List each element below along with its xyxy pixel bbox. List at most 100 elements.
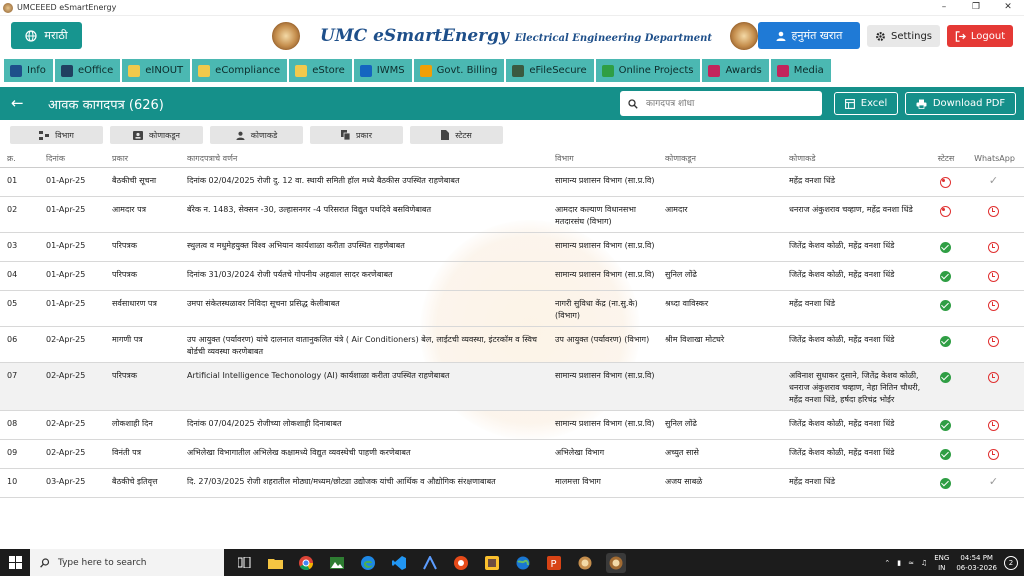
powerpoint-icon[interactable]: P — [544, 553, 564, 573]
module-efilesecure[interactable]: eFileSecure — [506, 59, 594, 82]
table-row[interactable]: 07 02-Apr-25 परिपत्रक Artificial Intelligen… — [0, 362, 1024, 411]
module-media[interactable]: Media — [770, 59, 831, 82]
cell-department: सामान्य प्रशासन विभाग (सा.प्र.वि) — [553, 167, 663, 197]
whatsapp-pending-clock-icon[interactable] — [988, 205, 999, 217]
module-online-projects[interactable]: Online Projects — [595, 59, 701, 82]
globe-app-icon[interactable] — [513, 553, 533, 573]
table-row[interactable]: 06 02-Apr-25 मागणी पत्र उप आयुक्त (पर्यावरण… — [0, 326, 1024, 363]
taskbar-apps: P — [234, 552, 626, 573]
chrome-icon[interactable] — [296, 553, 316, 573]
header-from[interactable]: कोणाकडून — [663, 150, 787, 168]
file-secure-icon — [512, 64, 525, 77]
whatsapp-sent-icon[interactable]: ✓ — [989, 475, 998, 488]
module-iwms[interactable]: IWMS — [353, 59, 412, 82]
excel-button[interactable]: Excel — [834, 92, 898, 115]
whatsapp-pending-clock-icon[interactable] — [988, 299, 999, 311]
module-eoffice[interactable]: eOffice — [54, 59, 121, 82]
start-button[interactable] — [0, 549, 30, 576]
close-button[interactable]: ✕ — [992, 0, 1024, 16]
image-viewer-icon[interactable] — [327, 553, 347, 573]
cell-to: महेंद्र वनशा धिंडे — [787, 167, 927, 197]
header-to[interactable]: कोणाकडे — [787, 150, 927, 168]
whatsapp-pending-clock-icon[interactable] — [988, 371, 999, 383]
filter-from[interactable]: कोणाकडून — [110, 126, 203, 144]
status-done-icon[interactable] — [939, 299, 951, 311]
status-pending-icon[interactable] — [939, 205, 951, 217]
info-icon — [10, 64, 22, 77]
table-row[interactable]: 04 01-Apr-25 परिपत्रक दिनांक 31/03/2024 रोज… — [0, 261, 1024, 291]
status-pending-icon[interactable] — [939, 176, 951, 188]
status-done-icon[interactable] — [939, 419, 951, 431]
volume-icon[interactable]: ♫ — [921, 559, 927, 567]
game-icon[interactable] — [482, 553, 502, 573]
maximize-button[interactable]: ❐ — [960, 0, 992, 16]
status-done-icon[interactable] — [939, 241, 951, 253]
filter-to[interactable]: कोणाकडे — [210, 126, 303, 144]
download-pdf-button[interactable]: Download PDF — [905, 92, 1016, 115]
vscode-icon[interactable] — [389, 553, 409, 573]
table-row[interactable]: 03 01-Apr-25 परिपत्रक स्थुलत्व व मधुमेहयुक्… — [0, 232, 1024, 262]
header-department[interactable]: विभाग — [553, 150, 663, 168]
minimize-button[interactable]: – — [928, 0, 960, 16]
filter-type[interactable]: प्रकार — [310, 126, 403, 144]
header-type[interactable]: प्रकार — [110, 150, 187, 168]
whatsapp-pending-clock-icon[interactable] — [988, 241, 999, 253]
header-serial[interactable]: क्र. — [0, 150, 40, 168]
whatsapp-pending-clock-icon[interactable] — [988, 448, 999, 460]
header-whatsapp[interactable]: WhatsApp — [963, 150, 1024, 168]
header-status[interactable]: स्टेटस — [927, 150, 963, 168]
language-button[interactable]: मराठी — [11, 22, 82, 49]
task-view-icon[interactable] — [234, 553, 254, 573]
filter-status[interactable]: स्टेटस — [410, 126, 503, 144]
chrome-profile-icon[interactable] — [451, 553, 471, 573]
table-row[interactable]: 09 02-Apr-25 विनंती पत्र अभिलेखा विभागातील … — [0, 439, 1024, 469]
notification-icon[interactable]: 2 — [1004, 555, 1018, 570]
whatsapp-pending-clock-icon[interactable] — [988, 419, 999, 431]
file-explorer-icon[interactable] — [265, 553, 285, 573]
logout-button[interactable]: Logout — [947, 25, 1013, 47]
status-done-icon[interactable] — [939, 448, 951, 460]
whatsapp-pending-clock-icon[interactable] — [988, 335, 999, 347]
arc-app-icon[interactable] — [420, 553, 440, 573]
umc-app-icon[interactable] — [575, 553, 595, 573]
cell-type: परिपत्रक — [110, 362, 187, 411]
table-row[interactable]: 01 01-Apr-25 बैठकीची सूचना दिनांक 02/04/202… — [0, 167, 1024, 197]
module-estore[interactable]: eStore — [289, 59, 352, 82]
taskbar-search[interactable]: Type here to search — [30, 549, 224, 576]
cell-to: जितेंद्र केशव कोळी, महेंद्र वनशा धिंडे — [787, 410, 927, 440]
battery-icon[interactable]: ▮ — [897, 559, 901, 567]
wifi-icon[interactable]: ≈ — [908, 559, 914, 567]
search-input[interactable] — [646, 98, 806, 109]
status-done-icon[interactable] — [939, 371, 951, 383]
table-row[interactable]: 05 01-Apr-25 सर्वसाधारण पत्र उमपा संकेतस्थळ… — [0, 290, 1024, 327]
clock[interactable]: 04:54 PM 06-03-2026 — [956, 553, 997, 573]
header-description[interactable]: कागदपत्राचे वर्णन — [187, 150, 553, 168]
language-indicator[interactable]: ENG IN — [934, 553, 949, 573]
module-ecompliance[interactable]: eCompliance — [192, 59, 288, 82]
back-arrow-icon[interactable]: ← — [11, 95, 24, 111]
module-awards[interactable]: Awards — [702, 59, 769, 82]
whatsapp-pending-clock-icon[interactable] — [988, 270, 999, 282]
cell-status — [927, 468, 963, 498]
search-icon — [628, 98, 638, 109]
status-done-icon[interactable] — [939, 270, 951, 282]
filter-department[interactable]: विभाग — [10, 126, 103, 144]
whatsapp-sent-icon[interactable]: ✓ — [989, 174, 998, 187]
search-box[interactable] — [620, 91, 822, 116]
module-info[interactable]: Info — [4, 59, 53, 82]
user-button[interactable]: हनुमंत खरात — [758, 22, 860, 49]
table-row[interactable]: 10 03-Apr-25 बैठकीचे इतिवृत्त दि. 27/03/202… — [0, 468, 1024, 498]
edge-icon[interactable] — [358, 553, 378, 573]
cell-whatsapp — [963, 261, 1024, 291]
module-einout[interactable]: eINOUT — [122, 59, 191, 82]
table-row[interactable]: 08 02-Apr-25 लोकशाही दिन दिनांक 07/04/2025 … — [0, 410, 1024, 440]
chevron-up-icon[interactable]: ⌃ — [884, 559, 890, 567]
umc-app-active-icon[interactable] — [606, 552, 626, 573]
filter-type-label: प्रकार — [355, 130, 373, 140]
status-done-icon[interactable] — [939, 335, 951, 347]
module-govt-billing[interactable]: Govt. Billing — [413, 59, 505, 82]
table-row[interactable]: 02 01-Apr-25 आमदार पत्र बॅरेक न. 1483, सेक्… — [0, 196, 1024, 233]
header-date[interactable]: दिनांक — [40, 150, 110, 168]
status-done-icon[interactable] — [939, 477, 951, 489]
settings-button[interactable]: Settings — [867, 25, 940, 47]
